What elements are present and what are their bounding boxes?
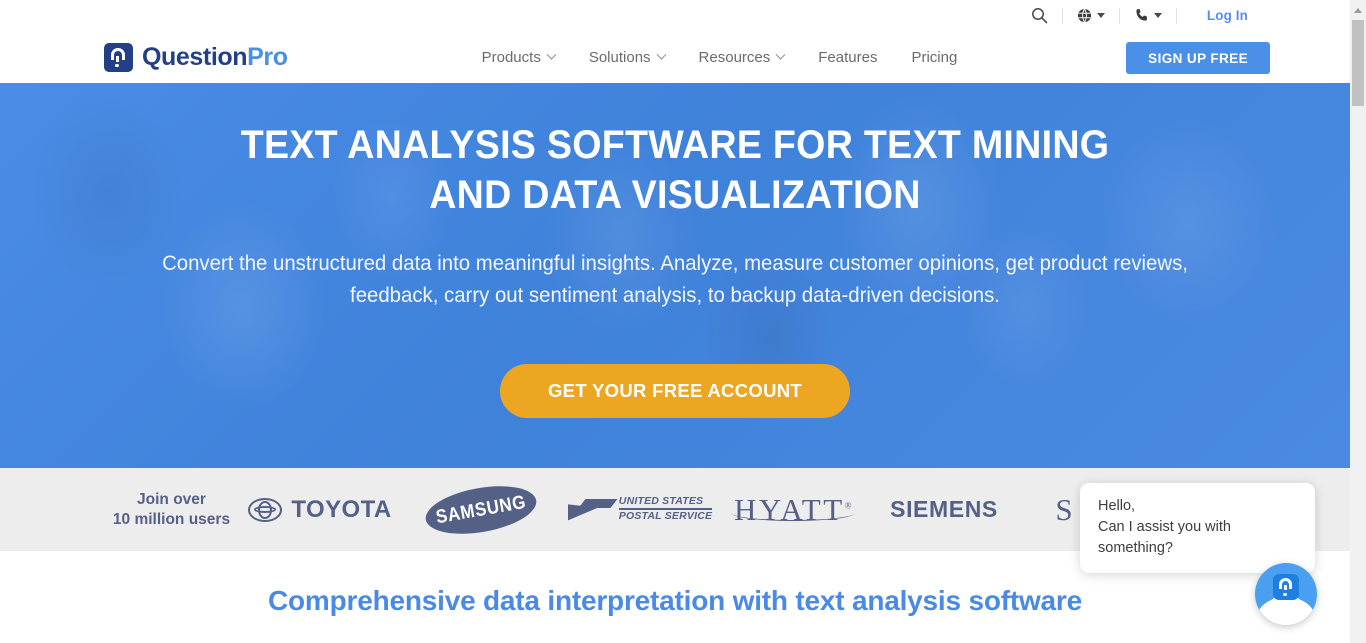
hero-section: TEXT ANALYSIS SOFTWARE FOR TEXT MINING A… [0,83,1350,468]
nav-label: Solutions [588,48,651,66]
nav-item-pricing[interactable]: Pricing [894,49,974,66]
vertical-scrollbar[interactable] [1350,0,1366,643]
get-free-account-button[interactable]: GET YOUR FREE ACCOUNT [499,364,850,418]
sign-up-free-button[interactable]: SIGN UP FREE [1126,42,1270,74]
toyota-emblem-icon [248,497,283,522]
logo-usps: UNITED STATES POSTAL SERVICE [561,496,719,523]
phone-selector[interactable] [1120,0,1176,31]
nav-item-products[interactable]: Products [465,49,572,66]
chat-greeting: Hello, [1098,498,1136,514]
nav-label: Products [481,48,541,66]
chat-message: Can I assist you with something? [1098,519,1231,556]
logo-samsung: SAMSUNG [401,478,561,541]
logo-toyota: TOYOTA [239,496,401,524]
chevron-down-icon [546,49,557,60]
nav-label: Resources [698,48,771,66]
search-button[interactable] [1017,0,1062,31]
hero-title: TEXT ANALYSIS SOFTWARE FOR TEXT MINING A… [240,123,1110,217]
hero-subtitle: Convert the unstructured data into meani… [162,252,1188,307]
globe-icon [1077,8,1092,23]
brand-name-primary: Question [142,42,248,71]
section-heading: Comprehensive data interpretation with t… [267,585,1083,616]
search-icon [1031,7,1048,24]
samsung-ellipse-icon: SAMSUNG [422,478,540,541]
hero-content: TEXT ANALYSIS SOFTWARE FOR TEXT MINING A… [0,83,1350,418]
chevron-down-icon [775,49,786,60]
brand-name-secondary: Pro [247,42,288,71]
utility-bar: Log In [0,0,1350,31]
nav-label: Pricing [911,48,958,66]
join-over-text: Join over 10 million users [104,490,239,530]
main-header: QuestionPro Products Solutions Resources… [0,31,1350,83]
join-over-line2: 10 million users [112,510,231,528]
toyota-wordmark: TOYOTA [291,495,392,523]
siemens-wordmark: SIEMENS [890,496,998,522]
brand-logo[interactable]: QuestionPro [104,42,288,72]
usps-line2: POSTAL SERVICE [618,509,713,522]
nav-item-solutions[interactable]: Solutions [572,49,682,66]
usps-wordmark: UNITED STATES POSTAL SERVICE [618,496,713,523]
chat-message-bubble[interactable]: Hello, Can I assist you with something? [1080,483,1315,573]
chevron-down-icon [1153,13,1162,18]
language-selector[interactable] [1063,0,1119,31]
hyatt-arc-icon [731,505,855,521]
usps-eagle-icon [567,498,618,521]
main-navigation: Products Solutions Resources Features Pr… [465,49,975,66]
questionpro-avatar-head-icon [1273,574,1299,600]
chevron-down-icon [1096,13,1105,18]
logo-hyatt: HYATT® [719,492,869,528]
join-over-line1: Join over [137,490,206,508]
nav-item-features[interactable]: Features [801,49,894,66]
usps-line1: UNITED STATES [618,496,713,509]
logo-siemens: SIEMENS [869,496,1019,523]
chat-avatar-button[interactable] [1255,563,1317,625]
chevron-down-icon [656,49,666,60]
brand-name: QuestionPro [142,42,288,71]
nav-label: Features [818,48,878,66]
login-link[interactable]: Log In [1177,8,1270,23]
partial-wordmark: S [1055,491,1073,527]
scroll-up-arrow-icon[interactable] [1354,8,1362,13]
questionpro-logo-icon [104,42,133,72]
nav-item-resources[interactable]: Resources [682,49,802,66]
scrollbar-thumb[interactable] [1352,20,1364,106]
phone-icon [1134,8,1149,23]
samsung-wordmark: SAMSUNG [434,490,528,528]
